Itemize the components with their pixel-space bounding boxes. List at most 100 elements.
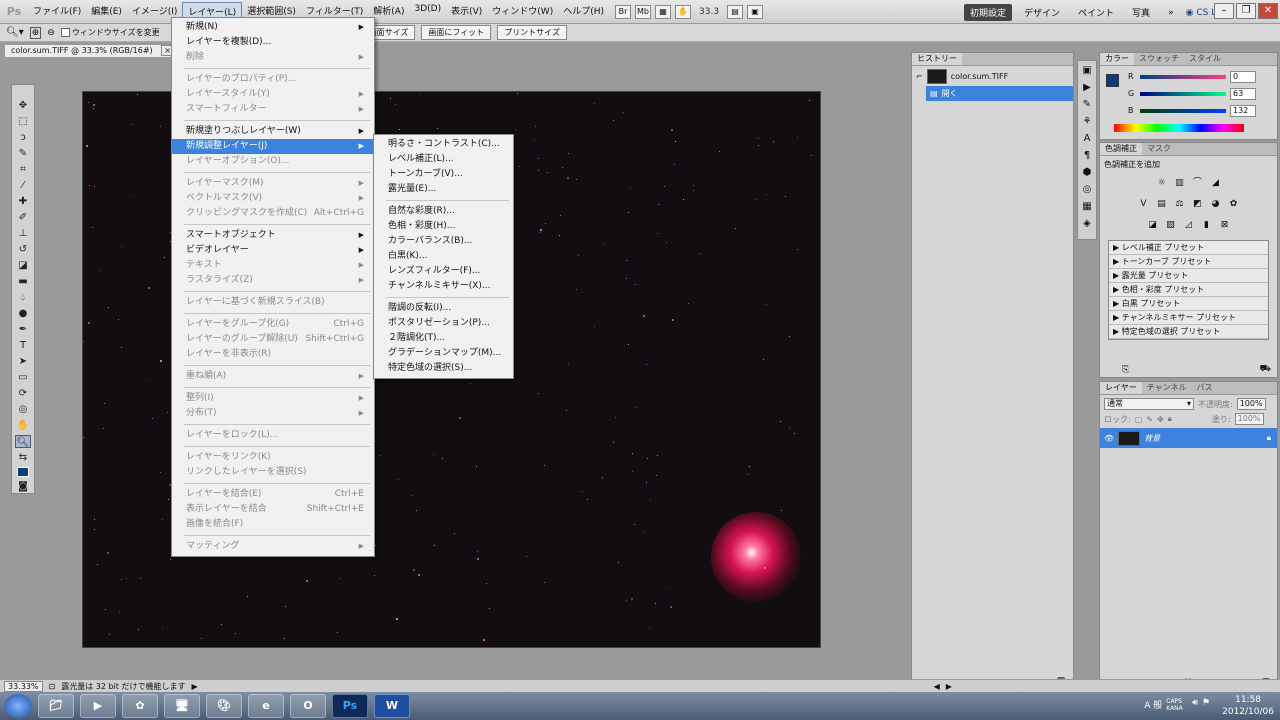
tab-swatches[interactable]: スウォッチ — [1134, 53, 1184, 65]
levels-icon[interactable]: ▥ — [1173, 177, 1187, 190]
foreground-color-swatch[interactable] — [17, 467, 29, 477]
menu-item[interactable]: ポスタリゼーション(P)... — [374, 316, 513, 331]
dodge-tool-icon[interactable]: ● — [15, 307, 31, 320]
media-player-icon[interactable]: ▶ — [80, 694, 116, 718]
hue-saturation-icon[interactable]: ▤ — [1155, 198, 1169, 211]
character-panel-icon[interactable]: A — [1080, 133, 1094, 145]
opacity-input[interactable]: 100% — [1236, 398, 1266, 410]
zoom-out-icon[interactable]: ⊖ — [47, 28, 55, 38]
menu-item[interactable]: 新規塗りつぶしレイヤー(W) ▶ — [172, 124, 374, 139]
preset-expand-icon[interactable]: ▶ — [1113, 313, 1122, 322]
workspace-design[interactable]: デザイン — [1018, 4, 1066, 21]
lock-all-icon[interactable]: 🔒︎ — [1168, 414, 1172, 424]
zoom-tool-icon-active[interactable]: 🔍︎ — [15, 435, 31, 448]
history-panel-icon[interactable]: ▣ — [1080, 65, 1094, 77]
brush-tool-icon[interactable]: ✐ — [15, 211, 31, 224]
menu-item[interactable]: 階調の反転(I)... — [374, 301, 513, 316]
lock-position-icon[interactable]: ✥ — [1157, 415, 1164, 424]
paint-icon[interactable]: 🎨︎ — [206, 694, 242, 718]
preset-item[interactable]: ▶ トーンカーブ プリセット — [1109, 255, 1268, 269]
tab-history[interactable]: ヒストリー — [912, 53, 962, 65]
curves-icon[interactable]: ⌒ — [1191, 177, 1205, 190]
scroll-left-icon[interactable]: ◀ — [934, 682, 940, 691]
preset-item[interactable]: ▶ 特定色域の選択 プリセット — [1109, 325, 1268, 339]
menu-item[interactable]: 新規調整レイヤー(J) ▶ — [172, 139, 374, 154]
workspace-essentials[interactable]: 初期設定 — [964, 4, 1013, 21]
histogram-panel-icon[interactable]: ◈ — [1080, 218, 1094, 230]
minibridge-button[interactable]: Mb — [635, 4, 651, 19]
menu-item[interactable]: グラデーションマップ(M)... — [374, 346, 513, 361]
path-select-tool-icon[interactable]: ➤ — [15, 355, 31, 368]
preset-expand-icon[interactable]: ▶ — [1113, 285, 1122, 294]
gradient-map-icon[interactable]: ▮ — [1200, 219, 1214, 232]
fill-input[interactable]: 100% — [1234, 413, 1264, 425]
swap-colors-icon[interactable]: ⇆ — [15, 451, 31, 464]
menu-8[interactable]: 表示(V) — [446, 2, 487, 21]
lock-transparent-icon[interactable]: ▢ — [1135, 415, 1143, 424]
3d-orbit-tool-icon[interactable]: ◎ — [15, 403, 31, 416]
quick-select-tool-icon[interactable]: ✎ — [15, 147, 31, 160]
menu-item[interactable]: 自然な彩度(R)... — [374, 204, 513, 219]
green-slider[interactable] — [1140, 91, 1226, 96]
status-zoom[interactable]: 33.33% — [4, 680, 43, 692]
color-balance-icon[interactable]: ⚖ — [1173, 198, 1187, 211]
status-menu-arrow-icon[interactable]: ▶ — [191, 682, 197, 691]
quick-mask-icon[interactable]: ◙ — [15, 480, 31, 493]
workspace-paint[interactable]: ペイント — [1072, 4, 1120, 21]
network-icon[interactable]: ✿ — [122, 694, 158, 718]
preset-expand-icon[interactable]: ▶ — [1113, 271, 1122, 280]
hand-tool-icon[interactable]: ✋ — [15, 419, 31, 432]
tab-styles[interactable]: スタイル — [1184, 53, 1226, 65]
threshold-icon[interactable]: ◿ — [1182, 219, 1196, 232]
menu-item[interactable]: レンズフィルター(F)... — [374, 264, 513, 279]
print-size-button[interactable]: プリントサイズ — [497, 25, 567, 40]
view-extras-icon[interactable]: ▦ — [655, 4, 671, 19]
blur-tool-icon[interactable]: 💧︎ — [15, 291, 31, 304]
marquee-tool-icon[interactable]: ⬚ — [15, 115, 31, 128]
tab-layers[interactable]: レイヤー — [1100, 382, 1142, 394]
clone-source-icon[interactable]: ⚘ — [1080, 116, 1094, 128]
fit-screen-button[interactable]: 画面にフィット — [421, 25, 492, 40]
clock[interactable]: 11:58 2012/10/06 — [1222, 694, 1274, 718]
history-snapshot[interactable]: ⌐ color.sum.TIFF — [912, 66, 1073, 86]
color-spectrum-bar[interactable] — [1114, 124, 1244, 132]
crop-tool-icon[interactable]: ⌗ — [15, 163, 31, 176]
computer-icon[interactable]: 🖥︎ — [164, 694, 200, 718]
scroll-right-icon[interactable]: ▶ — [946, 682, 952, 691]
menu-1[interactable]: 編集(E) — [86, 2, 127, 21]
red-slider[interactable] — [1140, 74, 1226, 79]
brightness-contrast-icon[interactable]: ☼ — [1155, 177, 1169, 190]
menu-item[interactable]: スマートオブジェクト ▶ — [172, 228, 374, 243]
menu-item[interactable]: 特定色域の選択(S)... — [374, 361, 513, 376]
workspace-more-button[interactable]: » — [1162, 6, 1180, 20]
actions-panel-icon[interactable]: ▶ — [1080, 82, 1094, 94]
menu-7[interactable]: 3D(D) — [409, 2, 446, 21]
menu-item[interactable]: カラーバランス(B)... — [374, 234, 513, 249]
preset-item[interactable]: ▶ チャンネルミキサー プリセット — [1109, 311, 1268, 325]
healing-tool-icon[interactable]: ✚ — [15, 195, 31, 208]
preset-expand-icon[interactable]: ▶ — [1113, 243, 1122, 252]
blend-mode-select[interactable]: 通常 ▾ — [1104, 398, 1194, 410]
tab-channels[interactable]: チャンネル — [1142, 382, 1192, 394]
menu-item[interactable]: 白黒(K)... — [374, 249, 513, 264]
menu-item[interactable]: トーンカーブ(V)... — [374, 167, 513, 182]
blue-slider[interactable] — [1140, 108, 1226, 113]
stamp-tool-icon[interactable]: ⊥ — [15, 227, 31, 240]
invert-icon[interactable]: ◪ — [1146, 219, 1160, 232]
volume-icon[interactable]: 🔊︎ — [1192, 698, 1198, 712]
brush-panel-icon[interactable]: ✎ — [1080, 99, 1094, 111]
menu-0[interactable]: ファイル(F) — [28, 2, 86, 21]
black-white-icon[interactable]: ◩ — [1191, 198, 1205, 211]
pen-tool-icon[interactable]: ✒ — [15, 323, 31, 336]
menu-item[interactable]: チャンネルミキサー(X)... — [374, 279, 513, 294]
photo-filter-icon[interactable]: ◕ — [1209, 198, 1223, 211]
menu-9[interactable]: ウィンドウ(W) — [487, 2, 558, 21]
green-value-input[interactable]: 63 — [1230, 87, 1256, 100]
tab-adjustments[interactable]: 色調補正 — [1100, 143, 1142, 155]
hand-zoom-icon[interactable]: ✋ — [675, 4, 691, 19]
exposure-icon[interactable]: ◢ — [1209, 177, 1223, 190]
word-taskbar-button[interactable]: W — [374, 694, 410, 718]
preset-item[interactable]: ▶ 白黒 プリセット — [1109, 297, 1268, 311]
outlook-icon[interactable]: O — [290, 694, 326, 718]
resize-window-checkbox[interactable]: ウィンドウサイズを変更 — [60, 27, 160, 38]
